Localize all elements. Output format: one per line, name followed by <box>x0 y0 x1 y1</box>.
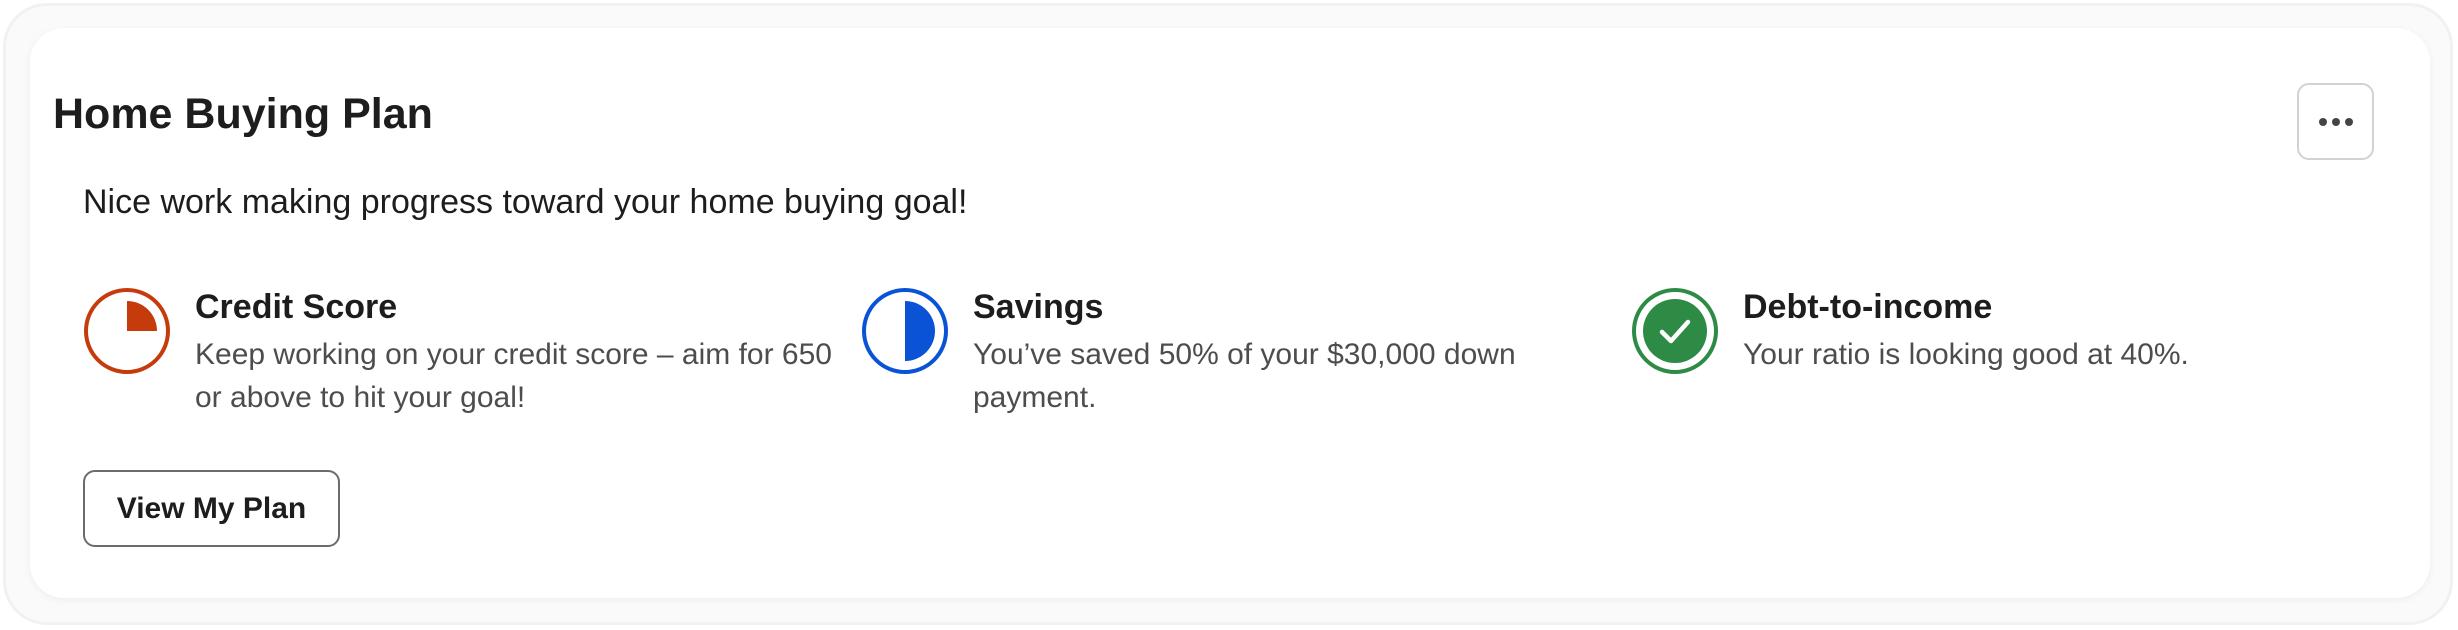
half-pie-icon <box>862 288 948 374</box>
savings-title: Savings <box>973 288 1104 326</box>
credit-score-description: Keep working on your credit score – aim … <box>195 338 832 414</box>
quarter-pie-icon <box>84 288 170 374</box>
debt-to-income-description: Your ratio is looking good at 40%. <box>1743 338 2189 371</box>
card-title: Home Buying Plan <box>53 90 433 138</box>
debt-to-income-title: Debt-to-income <box>1743 288 1993 326</box>
check-circle-icon <box>1632 288 1718 374</box>
credit-score-title: Credit Score <box>195 288 398 326</box>
more-horizontal-icon-dot <box>2331 117 2340 126</box>
more-horizontal-icon-dot <box>2344 117 2353 126</box>
card-subtitle: Nice work making progress toward your ho… <box>83 183 968 221</box>
savings-description: You’ve saved 50% of your $30,000 down pa… <box>973 338 1516 414</box>
more-horizontal-icon <box>2318 117 2327 126</box>
view-my-plan-button[interactable]: View My Plan <box>83 470 340 547</box>
more-options-button[interactable] <box>2297 83 2374 160</box>
